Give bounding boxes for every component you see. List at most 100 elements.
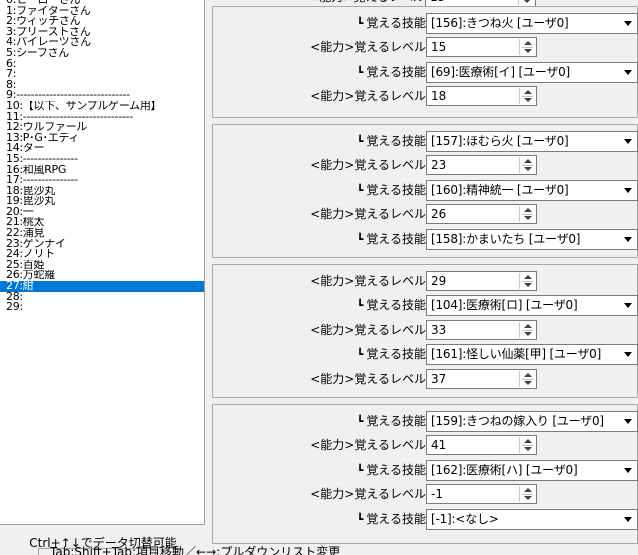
list-item[interactable]: 13:P･G･エディ	[0, 133, 204, 144]
list-item[interactable]: 27:紺	[0, 281, 204, 292]
spin-up-icon[interactable]	[524, 324, 532, 328]
skill-dropdown[interactable]: [162]:医療術[ハ] [ユーザ0]	[426, 460, 638, 481]
spin-down-icon[interactable]	[524, 216, 532, 220]
spin-up-icon[interactable]	[524, 373, 532, 377]
list-item[interactable]: 20:一	[0, 207, 204, 218]
list-item[interactable]: 6:	[0, 59, 204, 70]
skill-dropdown[interactable]: [159]:きつねの嫁入り [ユーザ0]	[426, 411, 638, 432]
list-item[interactable]: 12:ウルファール	[0, 122, 204, 133]
skill-dropdown[interactable]: [-1]:<なし>	[426, 509, 638, 530]
list-item[interactable]: 16:和風RPG	[0, 165, 204, 176]
skill-marker-icon: ┗	[356, 348, 364, 361]
list-item[interactable]: 22:浦見	[0, 228, 204, 239]
spin-down-icon[interactable]	[524, 381, 532, 385]
spin-buttons[interactable]	[519, 88, 535, 104]
spin-down-icon[interactable]	[524, 49, 532, 53]
list-item[interactable]: 9:-------------------------------	[0, 90, 204, 101]
list-item[interactable]: 28:	[0, 292, 204, 303]
dropdown-button[interactable]	[620, 181, 637, 200]
skill-dropdown[interactable]: [158]:かまいたち [ユーザ0]	[426, 229, 638, 250]
list-item[interactable]: 29:	[0, 302, 204, 313]
dropdown-button[interactable]	[620, 345, 637, 364]
spin-buttons[interactable]	[519, 273, 535, 289]
list-item[interactable]: 24:ノリト	[0, 249, 204, 260]
skill-value: [-1]:<なし>	[431, 512, 499, 526]
list-item[interactable]: 26:万蛇羅	[0, 270, 204, 281]
level-row: <能力>覚えるレベル 29	[213, 271, 638, 291]
spin-down-icon[interactable]	[523, 0, 531, 3]
spin-buttons[interactable]	[519, 437, 535, 453]
spin-down-icon[interactable]	[524, 98, 532, 102]
chevron-down-icon	[624, 352, 632, 357]
list-item[interactable]: 23:ゲンナイ	[0, 239, 204, 250]
level-spinbox[interactable]: 23	[426, 155, 537, 175]
skill-dropdown[interactable]: [161]:怪しい仙薬[甲] [ユーザ0]	[426, 344, 638, 365]
spin-up-icon[interactable]	[524, 159, 532, 163]
chevron-down-icon	[624, 188, 632, 193]
spin-up-icon[interactable]	[524, 275, 532, 279]
spin-up-icon[interactable]	[524, 41, 532, 45]
list-item[interactable]: 18:毘沙丸	[0, 186, 204, 197]
skill-dropdown[interactable]: [104]:医療術[ロ] [ユーザ0]	[426, 295, 638, 316]
list-item[interactable]: 19:毘沙丸	[0, 196, 204, 207]
dropdown-button[interactable]	[620, 63, 637, 82]
level-spinbox[interactable]: -1	[426, 484, 537, 504]
list-item[interactable]: 2:ウィッチさん	[0, 16, 204, 27]
spin-down-icon[interactable]	[524, 496, 532, 500]
level-spinbox[interactable]: 18	[426, 86, 537, 106]
spin-buttons[interactable]	[519, 39, 535, 55]
spin-buttons[interactable]	[519, 371, 535, 387]
dropdown-button[interactable]	[620, 14, 637, 33]
list-item[interactable]: 10:【以下、サンプルゲーム用】	[0, 101, 204, 112]
list-item[interactable]: 17:---------------	[0, 175, 204, 186]
skill-dropdown[interactable]: [69]:医療術[イ] [ユーザ0]	[426, 62, 638, 83]
character-list[interactable]: 0:ヒーローさん1:ファイターさん2:ウィッチさん3:プリーストさん4:パイレー…	[0, 0, 205, 525]
spin-up-icon[interactable]	[524, 439, 532, 443]
spin-up-icon[interactable]	[524, 90, 532, 94]
spin-down-icon[interactable]	[524, 283, 532, 287]
spin-buttons[interactable]	[519, 486, 535, 502]
list-item[interactable]: 15:---------------	[0, 154, 204, 165]
spin-down-icon[interactable]	[524, 332, 532, 336]
level-value: 23	[431, 158, 447, 172]
spin-up-icon[interactable]	[524, 208, 532, 212]
character-list-items: 0:ヒーローさん1:ファイターさん2:ウィッチさん3:プリーストさん4:パイレー…	[0, 0, 204, 313]
dropdown-button[interactable]	[620, 510, 637, 529]
list-item[interactable]: 14:ター	[0, 143, 204, 154]
list-item[interactable]: 5:シーフさん	[0, 48, 204, 59]
spin-buttons[interactable]	[518, 0, 534, 5]
spin-buttons[interactable]	[519, 322, 535, 338]
list-item[interactable]: 8:	[0, 80, 204, 91]
skill-dropdown[interactable]: [156]:きつね火 [ユーザ0]	[426, 13, 638, 34]
level-row: <能力>覚えるレベル 37	[213, 369, 638, 389]
skill-marker-icon: ┗	[356, 299, 364, 312]
spin-buttons[interactable]	[519, 206, 535, 222]
skill-marker-icon: ┗	[356, 513, 364, 526]
skill-dropdown[interactable]: [157]:ほむら火 [ユーザ0]	[426, 131, 638, 152]
list-item[interactable]: 1:ファイターさん	[0, 6, 204, 17]
level-label: <能力>覚えるレベル	[310, 158, 426, 172]
level-spinbox[interactable]: 41	[426, 435, 537, 455]
spin-down-icon[interactable]	[524, 167, 532, 171]
level-spinbox[interactable]: 33	[426, 320, 537, 340]
spin-buttons[interactable]	[519, 157, 535, 173]
list-item[interactable]: 4:パイレーツさん	[0, 37, 204, 48]
level-spinbox[interactable]: 15	[426, 37, 537, 57]
spin-down-icon[interactable]	[524, 447, 532, 451]
list-item[interactable]: 25:百姫	[0, 260, 204, 271]
skill-value: [161]:怪しい仙薬[甲] [ユーザ0]	[431, 347, 602, 361]
list-item[interactable]: 7:	[0, 69, 204, 80]
level-spinbox[interactable]: 26	[426, 204, 537, 224]
level-spinbox[interactable]: 29	[426, 271, 537, 291]
list-item[interactable]: 11:------------------------------	[0, 112, 204, 123]
level-spinbox[interactable]: 37	[426, 369, 537, 389]
dropdown-button[interactable]	[620, 412, 637, 431]
dropdown-button[interactable]	[620, 132, 637, 151]
dropdown-button[interactable]	[620, 461, 637, 480]
skill-dropdown[interactable]: [160]:精神統一 [ユーザ0]	[426, 180, 638, 201]
dropdown-button[interactable]	[620, 230, 637, 249]
dropdown-button[interactable]	[620, 296, 637, 315]
list-item[interactable]: 21:桃太	[0, 217, 204, 228]
list-item[interactable]: 3:プリーストさん	[0, 27, 204, 38]
spin-up-icon[interactable]	[524, 488, 532, 492]
